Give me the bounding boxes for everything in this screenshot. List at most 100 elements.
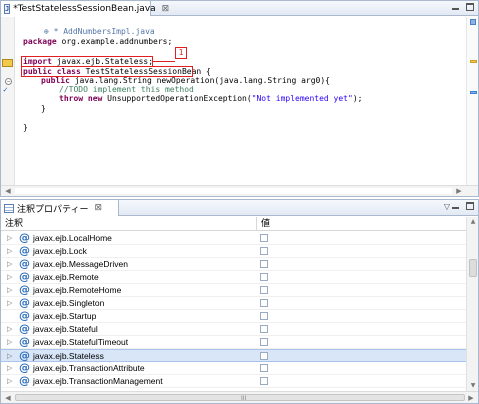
view-menu-icon[interactable]: ▽	[444, 202, 450, 211]
table-row[interactable]: ▷ @ javax.ejb.StatefulTimeout	[1, 336, 466, 349]
annotation-icon: @	[19, 309, 30, 322]
breadcrumb-file[interactable]: * AddNumbersImpl.java	[54, 27, 155, 36]
minimize-icon[interactable]	[451, 2, 460, 12]
expand-triangle-icon[interactable]: ▷	[7, 273, 15, 282]
value-checkbox[interactable]	[260, 234, 268, 242]
class-highlight-box	[21, 66, 193, 77]
value-checkbox[interactable]	[260, 364, 268, 372]
minimize-icon[interactable]	[451, 201, 460, 211]
expand-triangle-icon[interactable]: ▷	[7, 286, 15, 295]
callout-connector	[153, 61, 175, 62]
table-row[interactable]: ▷ @ javax.ejb.Stateless	[1, 349, 466, 362]
table-row[interactable]: @ javax.ejb.Startup	[1, 310, 466, 323]
scroll-grip: III	[241, 395, 247, 402]
overview-ruler[interactable]	[466, 17, 478, 187]
scroll-right-icon[interactable]: ▶	[453, 186, 465, 196]
maximize-icon[interactable]	[466, 202, 474, 210]
vertical-ruler	[1, 17, 15, 187]
value-checkbox[interactable]	[260, 273, 268, 281]
annotation-name: javax.ejb.Startup	[33, 311, 97, 321]
annotation-name: javax.ejb.Singleton	[33, 298, 105, 308]
table-row[interactable]: ▷ @ javax.ejb.Lock	[1, 245, 466, 258]
value-checkbox[interactable]	[260, 286, 268, 294]
annotation-icon: @	[19, 270, 30, 283]
scroll-thumb[interactable]: III	[15, 394, 465, 402]
annotation-icon: @	[19, 257, 30, 270]
overview-warning-icon	[470, 60, 477, 63]
fold-collapse-icon[interactable]: −	[5, 78, 12, 85]
annotation-icon: @	[19, 322, 30, 335]
code-line-throw: throw new UnsupportedOperationException(…	[59, 94, 363, 103]
value-checkbox[interactable]	[260, 377, 268, 385]
scroll-up-icon[interactable]: ▲	[467, 217, 479, 227]
tab-close-icon[interactable]: ⊠	[94, 203, 102, 213]
properties-vertical-scrollbar[interactable]: ▲ ▼	[466, 217, 478, 391]
code-editor[interactable]: ⊕ * AddNumbersImpl.java package org.exam…	[1, 17, 466, 187]
tab-close-icon[interactable]: ⊠	[162, 4, 170, 14]
annotation-icon: @	[19, 244, 30, 257]
table-row[interactable]: ▷ @ javax.ejb.Singleton	[1, 297, 466, 310]
warning-marker-icon[interactable]	[2, 59, 13, 67]
value-checkbox[interactable]	[260, 247, 268, 255]
code-line-class-close: }	[23, 123, 28, 132]
value-checkbox[interactable]	[260, 338, 268, 346]
scroll-down-icon[interactable]: ▼	[467, 381, 479, 391]
annotation-icon: @	[19, 283, 30, 296]
code-line-method-close: }	[41, 104, 46, 113]
table-row[interactable]: ▷ @ javax.ejb.LocalHome	[1, 232, 466, 245]
expand-triangle-icon[interactable]: ▷	[7, 260, 15, 269]
annotation-table: ▷ @ javax.ejb.LocalHome ▷ @ javax.ejb.Lock ▷ @ j…	[1, 232, 466, 390]
expand-triangle-icon[interactable]: ▷	[7, 325, 15, 334]
annotation-name: javax.ejb.TransactionAttribute	[33, 363, 145, 373]
column-header-value[interactable]: 値	[257, 217, 466, 231]
expand-triangle-icon[interactable]: ▷	[7, 377, 15, 386]
editor-horizontal-scrollbar[interactable]: ◀ ▶	[1, 185, 478, 196]
table-row[interactable]: ▷ @ javax.ejb.MessageDriven	[1, 258, 466, 271]
annotation-name: javax.ejb.MessageDriven	[33, 259, 128, 269]
annotation-name: javax.ejb.Remote	[33, 272, 99, 282]
value-checkbox[interactable]	[260, 312, 268, 320]
properties-tab[interactable]: 注釈プロパティー ⊠	[1, 200, 119, 216]
table-row[interactable]: ▷ @ javax.ejb.Stateful	[1, 323, 466, 336]
properties-table-icon	[4, 203, 14, 213]
annotation-icon: @	[19, 232, 30, 244]
column-header-annotation[interactable]: 注釈	[1, 217, 256, 231]
editor-tab-label: *TestStatelessSessionBean.java	[13, 3, 156, 14]
scroll-left-icon[interactable]: ◀	[2, 186, 14, 196]
maximize-icon[interactable]	[466, 3, 474, 11]
annotation-icon: @	[19, 296, 30, 309]
table-row[interactable]: ▷ @ javax.ejb.TransactionAttribute	[1, 362, 466, 375]
scroll-thumb[interactable]	[469, 259, 477, 277]
editor-tab[interactable]: J *TestStatelessSessionBean.java ⊠	[1, 1, 169, 16]
scroll-right-icon[interactable]: ▶	[465, 393, 477, 403]
code-line-package: package org.example.addnumbers;	[23, 37, 173, 46]
editor-scroll-track[interactable]	[15, 188, 452, 194]
expand-triangle-icon[interactable]: ▷	[7, 352, 15, 361]
expand-triangle-icon[interactable]: ▷	[7, 364, 15, 373]
value-checkbox[interactable]	[260, 325, 268, 333]
task-marker-icon[interactable]: ✓	[3, 85, 8, 94]
breadcrumb[interactable]: ⊕ * AddNumbersImpl.java	[15, 17, 155, 36]
overview-marker-icon	[470, 19, 476, 25]
expand-triangle-icon[interactable]: ▷	[7, 234, 15, 243]
value-checkbox[interactable]	[260, 352, 268, 360]
annotation-name: javax.ejb.RemoteHome	[33, 285, 122, 295]
editor-view: J *TestStatelessSessionBean.java ⊠ ⊕ * A…	[0, 0, 479, 197]
table-row[interactable]: ▷ @ javax.ejb.TransactionManagement	[1, 375, 466, 388]
properties-window-controls	[451, 201, 474, 211]
table-row[interactable]: ▷ @ javax.ejb.Remote	[1, 271, 466, 284]
properties-tab-bar: 注釈プロパティー ⊠ ▽	[1, 200, 478, 216]
properties-horizontal-scrollbar[interactable]: ◀ III ▶	[1, 391, 478, 403]
editor-window-controls	[451, 2, 474, 12]
value-checkbox[interactable]	[260, 260, 268, 268]
annotation-icon: @	[19, 335, 30, 348]
expand-triangle-icon[interactable]: ▷	[7, 247, 15, 256]
table-header: 注釈 値	[1, 217, 466, 231]
annotation-icon: @	[19, 361, 30, 374]
table-row[interactable]: ▷ @ javax.ejb.RemoteHome	[1, 284, 466, 297]
expand-triangle-icon[interactable]: ▷	[7, 299, 15, 308]
expand-triangle-icon[interactable]: ▷	[7, 338, 15, 347]
scroll-left-icon[interactable]: ◀	[2, 393, 14, 403]
annotation-name: javax.ejb.Stateful	[33, 324, 98, 334]
value-checkbox[interactable]	[260, 299, 268, 307]
